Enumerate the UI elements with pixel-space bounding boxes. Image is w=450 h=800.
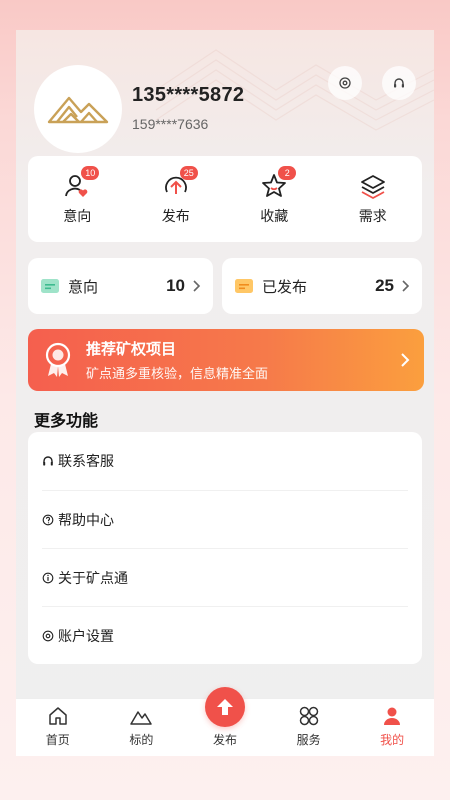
user-subphone: 159****7636 [132,116,209,132]
recommend-banner[interactable]: 推荐矿权项目 矿点通多重核验，信息精准全面 [28,329,424,391]
publish-icon [216,699,233,715]
chevron-right-icon [402,280,410,292]
headset-icon [394,78,404,88]
stat-label: 需求 [358,209,387,225]
tab-targets[interactable]: 标的 [100,699,184,756]
stat-publish[interactable]: 25 发布 [127,156,226,242]
menu-item-customer-service[interactable]: 联系客服 [42,432,408,490]
intent-summary-label: 意向 [68,277,99,296]
tab-services[interactable]: 服务 [267,699,351,756]
home-icon [49,707,67,725]
stat-demand[interactable]: 需求 [324,156,423,242]
intent-card-icon [41,279,59,293]
stat-badge: 25 [179,166,198,180]
menu-item-label: 联系客服 [58,454,114,470]
stats-card: 10 意向 25 发布 2 收藏 需求 [28,156,422,242]
stat-label: 意向 [63,209,92,225]
chevron-right-icon [193,280,201,292]
published-summary-label: 已发布 [262,277,308,296]
app-screen: 135****5872 159****7636 10 意向 25 发布 2 收藏… [16,30,434,756]
published-card-icon [235,279,253,293]
stat-badge: 2 [278,166,297,180]
tab-label: 标的 [129,733,154,747]
user-phone: 135****5872 [132,84,245,106]
tab-mine[interactable]: 我的 [350,699,434,756]
layers-icon [360,175,385,199]
help-icon [42,514,54,525]
publish-button[interactable] [204,687,245,727]
grid-icon [299,706,318,726]
settings-icon [339,77,351,89]
service-button[interactable] [382,66,416,100]
intent-summary-card[interactable]: 意向 10 [28,258,213,314]
banner-subtitle: 矿点通多重核验，信息精准全面 [86,367,269,382]
intent-summary-count: 10 [166,276,185,295]
chevron-right-icon [401,353,410,367]
banner-title: 推荐矿权项目 [86,340,177,358]
stat-favorite[interactable]: 2 收藏 [225,156,324,242]
more-features-list: 联系客服 帮助中心 关于矿点通 账户设置 [28,432,422,664]
menu-item-label: 帮助中心 [58,512,114,529]
tab-label: 首页 [45,733,70,747]
headset-icon [43,456,53,466]
info-icon [42,572,54,583]
more-features-title: 更多功能 [34,411,99,430]
published-summary-card[interactable]: 已发布 25 [222,258,422,314]
logo-icon [47,96,109,124]
award-icon [45,342,71,377]
tab-label: 我的 [380,733,405,747]
stat-badge: 10 [81,166,100,180]
bottom-tab-bar: 首页 标的 发布 服务 我的 [16,687,434,756]
menu-item-help-center[interactable]: 帮助中心 [42,490,408,548]
menu-item-about[interactable]: 关于矿点通 [42,548,408,606]
stat-label: 发布 [161,209,190,225]
settings-button[interactable] [328,66,362,100]
settings-icon [42,630,54,641]
tab-label: 发布 [212,733,237,747]
stat-intent[interactable]: 10 意向 [28,156,127,242]
tab-label: 服务 [296,733,321,747]
menu-item-account-settings[interactable]: 账户设置 [42,606,408,664]
avatar[interactable] [34,65,122,153]
tab-publish[interactable]: 发布 [183,687,267,756]
user-icon [384,707,401,725]
published-summary-count: 25 [375,276,394,295]
stat-label: 收藏 [260,209,289,225]
tab-home[interactable]: 首页 [16,699,100,756]
menu-item-label: 账户设置 [58,628,114,645]
menu-item-label: 关于矿点通 [58,570,128,587]
mountain-icon [130,711,153,725]
